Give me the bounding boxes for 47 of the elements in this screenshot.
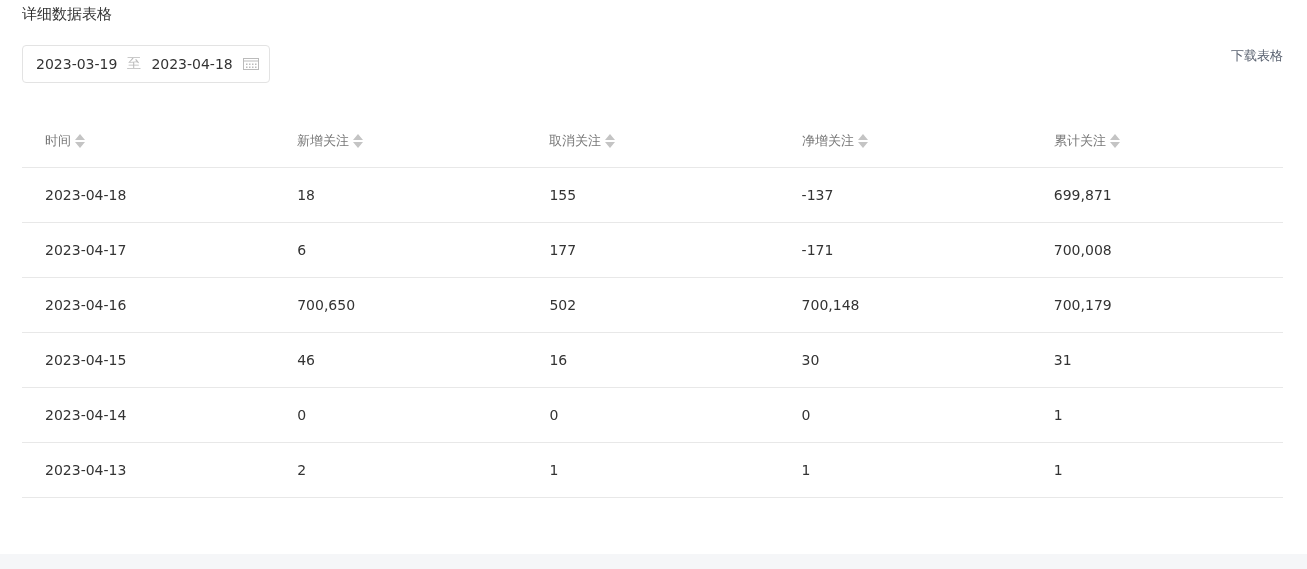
sort-icon[interactable] — [353, 133, 364, 148]
sort-icon[interactable] — [605, 133, 616, 148]
download-link[interactable]: 下载表格 — [1231, 47, 1283, 65]
table-cell: 700,179 — [1053, 297, 1112, 313]
column-header[interactable]: 净增关注 — [801, 131, 854, 150]
table-cell: 2023-04-16 — [45, 297, 127, 313]
table-cell: 700,148 — [801, 297, 860, 313]
table-cell: 2023-04-18 — [45, 187, 127, 203]
table-cell: 0 — [297, 407, 307, 423]
table-cell: 700,650 — [297, 297, 356, 313]
table-cell: 18 — [297, 187, 315, 203]
table-cell: 0 — [801, 407, 811, 423]
column-header[interactable]: 取消关注 — [549, 131, 602, 150]
table-cell: 699,871 — [1053, 187, 1112, 203]
table-cell: 502 — [549, 297, 577, 313]
table-cell: 16 — [549, 352, 568, 368]
table-cell: 6 — [297, 242, 307, 258]
table-cell: 2023-04-15 — [45, 352, 127, 368]
column-header[interactable]: 新增关注 — [297, 131, 350, 150]
calendar-icon — [242, 58, 259, 70]
table-cell: 46 — [297, 352, 315, 368]
table-cell: -137 — [801, 187, 834, 203]
table-cell: 1 — [1053, 407, 1063, 423]
table-cell: 155 — [549, 187, 577, 203]
table-cell: 2 — [297, 462, 307, 478]
table-cell: 1 — [1053, 462, 1063, 478]
table-cell: 30 — [801, 352, 820, 368]
table-cell: 1 — [801, 462, 811, 478]
start-date: 2023-03-19 — [36, 56, 118, 72]
table-cell: 700,008 — [1053, 242, 1112, 258]
table-cell: 177 — [549, 242, 577, 258]
section-title: 详细数据表格 — [22, 4, 113, 25]
table-cell: 2023-04-17 — [45, 242, 127, 258]
table-cell: 1 — [549, 462, 559, 478]
column-header[interactable]: 累计关注 — [1053, 131, 1106, 150]
table-cell: 2023-04-13 — [45, 462, 127, 478]
table-cell: 0 — [549, 407, 559, 423]
sort-icon[interactable] — [75, 133, 85, 148]
date-range-picker[interactable]: 2023-03-19 至 2023-04-18 — [22, 45, 270, 83]
end-date: 2023-04-18 — [151, 56, 233, 72]
table-cell: 31 — [1053, 352, 1072, 368]
column-header[interactable]: 时间 — [45, 131, 71, 150]
sort-icon[interactable] — [1109, 133, 1120, 148]
table-cell: 2023-04-14 — [45, 407, 127, 423]
range-separator: 至 — [127, 55, 142, 73]
sort-icon[interactable] — [857, 133, 868, 148]
table-cell: -171 — [801, 242, 834, 258]
